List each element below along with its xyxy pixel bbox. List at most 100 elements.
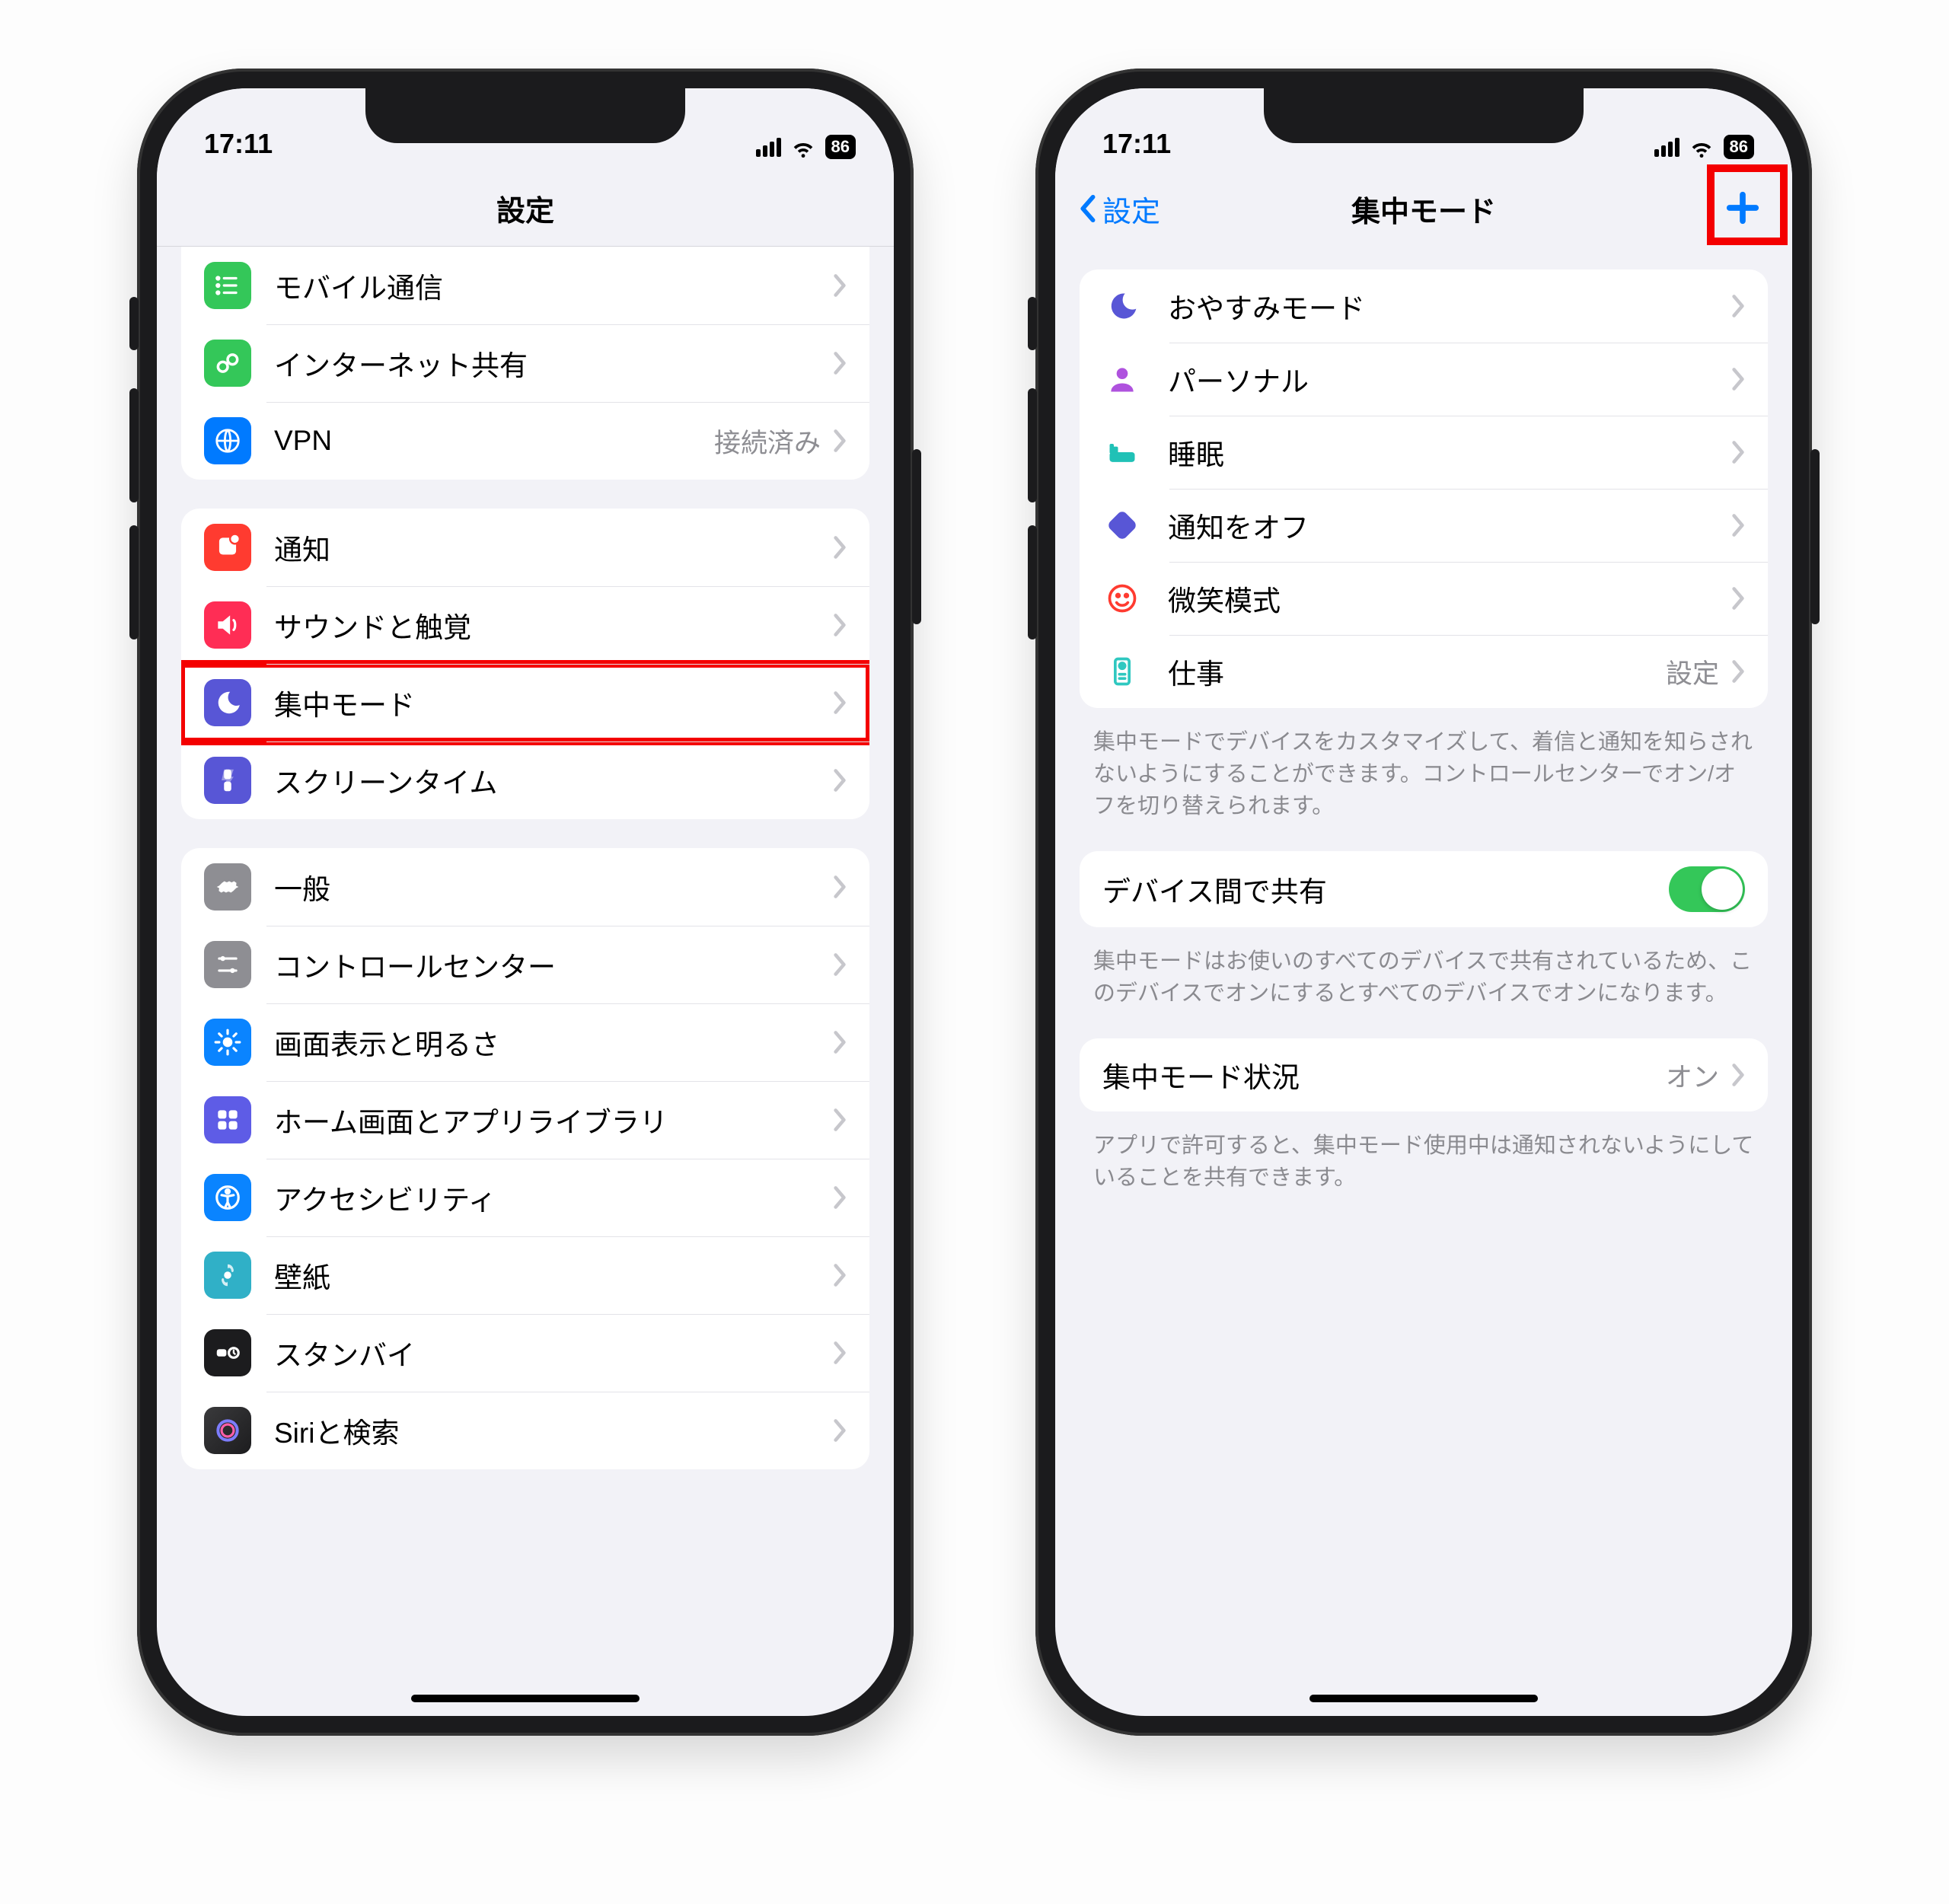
row-focus-status[interactable]: 集中モード状況 オン	[1080, 1038, 1768, 1111]
group-network: モバイル通信インターネット共有 VPN接続済み	[181, 247, 869, 480]
chevron-right-icon	[833, 691, 847, 714]
row-mobile[interactable]: モバイル通信	[181, 247, 869, 324]
chevron-right-icon	[833, 352, 847, 375]
focus-row-dnd[interactable]: おやすみモード	[1080, 269, 1768, 343]
row-notifications[interactable]: 通知	[181, 509, 869, 586]
battery-indicator: 86	[1724, 135, 1754, 159]
row-label: おやすみモード	[1168, 285, 1719, 327]
row-label: 微笑模式	[1168, 578, 1719, 619]
signal-icon	[756, 138, 781, 157]
general-icon	[204, 863, 251, 911]
row-hotspot[interactable]: インターネット共有	[181, 324, 869, 402]
standby-icon	[204, 1329, 251, 1376]
share-toggle[interactable]	[1669, 866, 1745, 912]
status-label: 集中モード状況	[1102, 1054, 1666, 1096]
notch	[1264, 88, 1584, 143]
phone-right: 17:11 86 設定 集中モード おやすみモードパーソナル睡眠通知をオフ微笑模…	[1035, 69, 1812, 1736]
row-control-center[interactable]: コントロールセンター	[181, 926, 869, 1003]
row-detail: 設定	[1666, 652, 1719, 691]
focus-row-smile[interactable]: 微笑模式	[1080, 562, 1768, 635]
row-label: 仕事	[1168, 651, 1666, 692]
wifi-icon	[1689, 134, 1715, 160]
chevron-right-icon	[1731, 441, 1745, 464]
row-siri[interactable]: Siriと検索	[181, 1392, 869, 1469]
row-display[interactable]: 画面表示と明るさ	[181, 1003, 869, 1081]
row-sounds[interactable]: サウンドと触覚	[181, 586, 869, 664]
add-button[interactable]	[1716, 181, 1769, 234]
chevron-right-icon	[833, 536, 847, 559]
row-label: VPN	[274, 425, 714, 457]
focus-row-work[interactable]: 仕事設定	[1080, 635, 1768, 708]
row-label: ホーム画面とアプリライブラリ	[274, 1099, 821, 1140]
sleep-icon	[1102, 432, 1142, 472]
page-title: 集中モード	[1351, 188, 1496, 230]
home-icon	[204, 1096, 251, 1143]
personal-icon	[1102, 359, 1142, 399]
silence-icon	[1102, 506, 1142, 545]
work-icon	[1102, 652, 1142, 691]
content[interactable]: おやすみモードパーソナル睡眠通知をオフ微笑模式仕事設定 集中モードでデバイスをカ…	[1055, 247, 1792, 1716]
back-label: 設定	[1102, 188, 1160, 230]
sounds-icon	[204, 601, 251, 649]
chevron-right-icon	[833, 1186, 847, 1209]
row-label: Siriと検索	[274, 1410, 821, 1451]
row-label: 睡眠	[1168, 432, 1719, 473]
chevron-right-icon	[833, 769, 847, 792]
chevron-right-icon	[833, 1108, 847, 1131]
notifications-icon	[204, 524, 251, 571]
home-indicator[interactable]	[1309, 1695, 1538, 1702]
chevron-right-icon	[833, 1031, 847, 1054]
chevron-right-icon	[1731, 368, 1745, 391]
chevron-right-icon	[1731, 660, 1745, 683]
share-label: デバイス間で共有	[1102, 869, 1669, 910]
group-general: 一般コントロールセンター画面表示と明るさホーム画面とアプリライブラリアクセシビリ…	[181, 848, 869, 1469]
chevron-right-icon	[833, 614, 847, 636]
row-standby[interactable]: スタンバイ	[181, 1314, 869, 1392]
row-label: インターネット共有	[274, 343, 821, 384]
screentime-icon	[204, 757, 251, 804]
vpn-icon	[204, 417, 251, 464]
chevron-right-icon	[833, 429, 847, 452]
home-indicator[interactable]	[411, 1695, 640, 1702]
row-label: アクセシビリティ	[274, 1177, 821, 1218]
chevron-right-icon	[1731, 514, 1745, 537]
content[interactable]: モバイル通信インターネット共有 VPN接続済み 通知サウンドと触覚集中モードスクリ…	[157, 247, 894, 1716]
page-title: 設定	[496, 187, 554, 229]
row-label: 通知をオフ	[1168, 505, 1719, 546]
nav-bar: 設定	[157, 171, 894, 247]
chevron-right-icon	[833, 274, 847, 297]
accessibility-icon	[204, 1174, 251, 1221]
row-label: スタンバイ	[274, 1332, 821, 1373]
chevron-right-icon	[1731, 1064, 1745, 1086]
focus-icon	[204, 679, 251, 726]
focus-row-sleep[interactable]: 睡眠	[1080, 416, 1768, 489]
status-value: オン	[1666, 1056, 1719, 1095]
footer-text-2: 集中モードはお使いのすべてのデバイスで共有されているため、このデバイスでオンにす…	[1055, 946, 1792, 1009]
hotspot-icon	[204, 340, 251, 387]
row-accessibility[interactable]: アクセシビリティ	[181, 1159, 869, 1236]
battery-indicator: 86	[825, 135, 856, 159]
chevron-right-icon	[1731, 295, 1745, 317]
status-time: 17:11	[204, 128, 273, 160]
footer-text-1: 集中モードでデバイスをカスタマイズして、着信と通知を知らされないようにすることが…	[1055, 726, 1792, 822]
chevron-right-icon	[833, 1264, 847, 1287]
row-label: 通知	[274, 527, 821, 568]
focus-row-personal[interactable]: パーソナル	[1080, 343, 1768, 416]
row-label: 壁紙	[274, 1255, 821, 1296]
row-screentime[interactable]: スクリーンタイム	[181, 742, 869, 819]
chevron-right-icon	[1731, 587, 1745, 610]
row-share[interactable]: デバイス間で共有	[1080, 851, 1768, 927]
back-button[interactable]: 設定	[1077, 188, 1160, 230]
mobile-icon	[204, 262, 251, 309]
chevron-right-icon	[833, 953, 847, 976]
smile-icon	[1102, 579, 1142, 618]
row-focus[interactable]: 集中モード	[181, 664, 869, 742]
phone-left: 17:11 86 設定 モバイル通信インターネット共有 VPN接続済み 通知サウン…	[137, 69, 914, 1736]
row-general[interactable]: 一般	[181, 848, 869, 926]
row-vpn[interactable]: VPN接続済み	[181, 402, 869, 480]
group-status: 集中モード状況 オン	[1080, 1038, 1768, 1111]
row-home[interactable]: ホーム画面とアプリライブラリ	[181, 1081, 869, 1159]
focus-row-silence[interactable]: 通知をオフ	[1080, 489, 1768, 562]
row-wallpaper[interactable]: 壁紙	[181, 1236, 869, 1314]
siri-icon	[204, 1407, 251, 1454]
